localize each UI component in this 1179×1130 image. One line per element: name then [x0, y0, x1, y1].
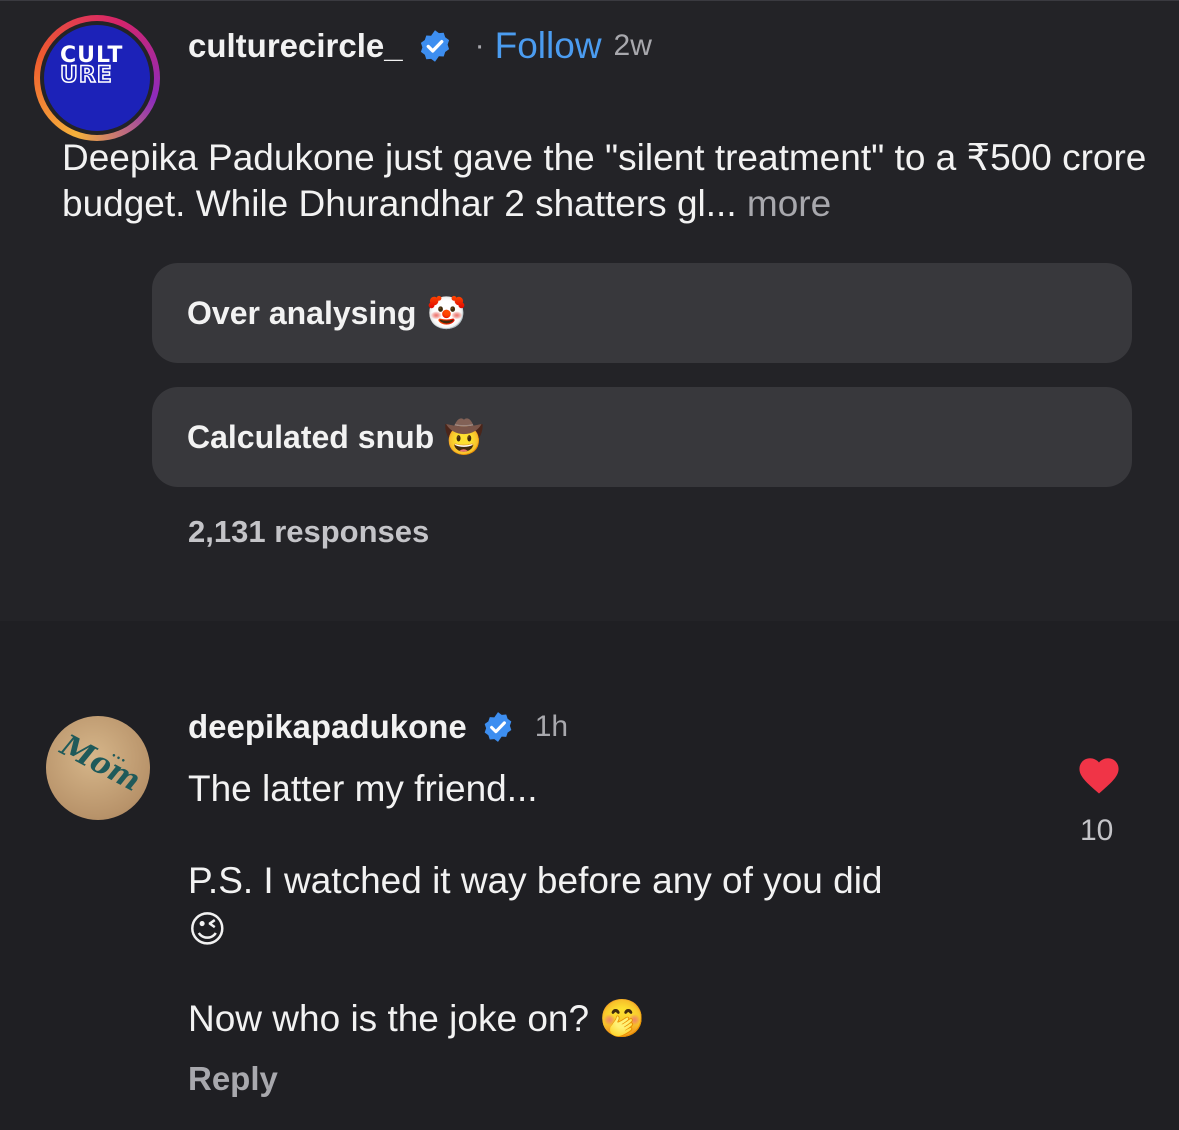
separator-dot: · [474, 29, 485, 62]
reply-button[interactable]: Reply [188, 1060, 278, 1098]
follow-button[interactable]: Follow [495, 25, 602, 67]
comment-text-line: Now who is the joke on? 🤭 [188, 998, 646, 1039]
post-timestamp: 2w [613, 29, 652, 62]
comment-author-avatar[interactable]: Mom ••• [46, 716, 150, 820]
poll-option-label: Over analysing [187, 294, 417, 331]
poll-option-calculated-snub[interactable]: Calculated snub 🤠 [152, 387, 1132, 487]
logo-text-bottom: URE [59, 62, 113, 89]
comment-text-line: The latter my friend... [188, 768, 538, 809]
more-link[interactable]: more [747, 183, 831, 224]
comment-username[interactable]: deepikapadukone [188, 708, 467, 746]
post-username[interactable]: culturecircle_ [188, 27, 403, 65]
poll-option-label: Calculated snub [187, 418, 435, 455]
verified-badge-icon [420, 30, 449, 62]
cowboy-emoji-icon: 🤠 [444, 418, 484, 456]
comment-timestamp: 1h [534, 710, 569, 743]
post-card: CULT URE culturecircle_ · Follow 2w Deep… [0, 0, 1179, 621]
clown-emoji-icon: 🤡 [426, 294, 467, 332]
comment-header: deepikapadukone 1h [188, 708, 568, 746]
wink-emoji-icon: 😉 [188, 908, 227, 951]
avatar-artwork: Mom [54, 728, 147, 799]
poll-option-over-analysing[interactable]: Over analysing 🤡 [152, 263, 1132, 363]
like-count: 10 [1080, 814, 1114, 847]
culture-logo: CULT URE [44, 25, 150, 131]
heart-icon[interactable] [1076, 752, 1122, 796]
comment-text-line: P.S. I watched it way before any of you … [188, 860, 883, 901]
post-caption: Deepika Padukone just gave the "silent t… [62, 135, 1152, 227]
post-author-avatar[interactable]: CULT URE [34, 15, 160, 141]
poll-responses-count[interactable]: 2,131 responses [188, 514, 429, 550]
post-header: culturecircle_ · Follow 2w [188, 25, 652, 67]
caption-text: Deepika Padukone just gave the "silent t… [62, 137, 1147, 224]
verified-badge-icon [484, 712, 512, 742]
